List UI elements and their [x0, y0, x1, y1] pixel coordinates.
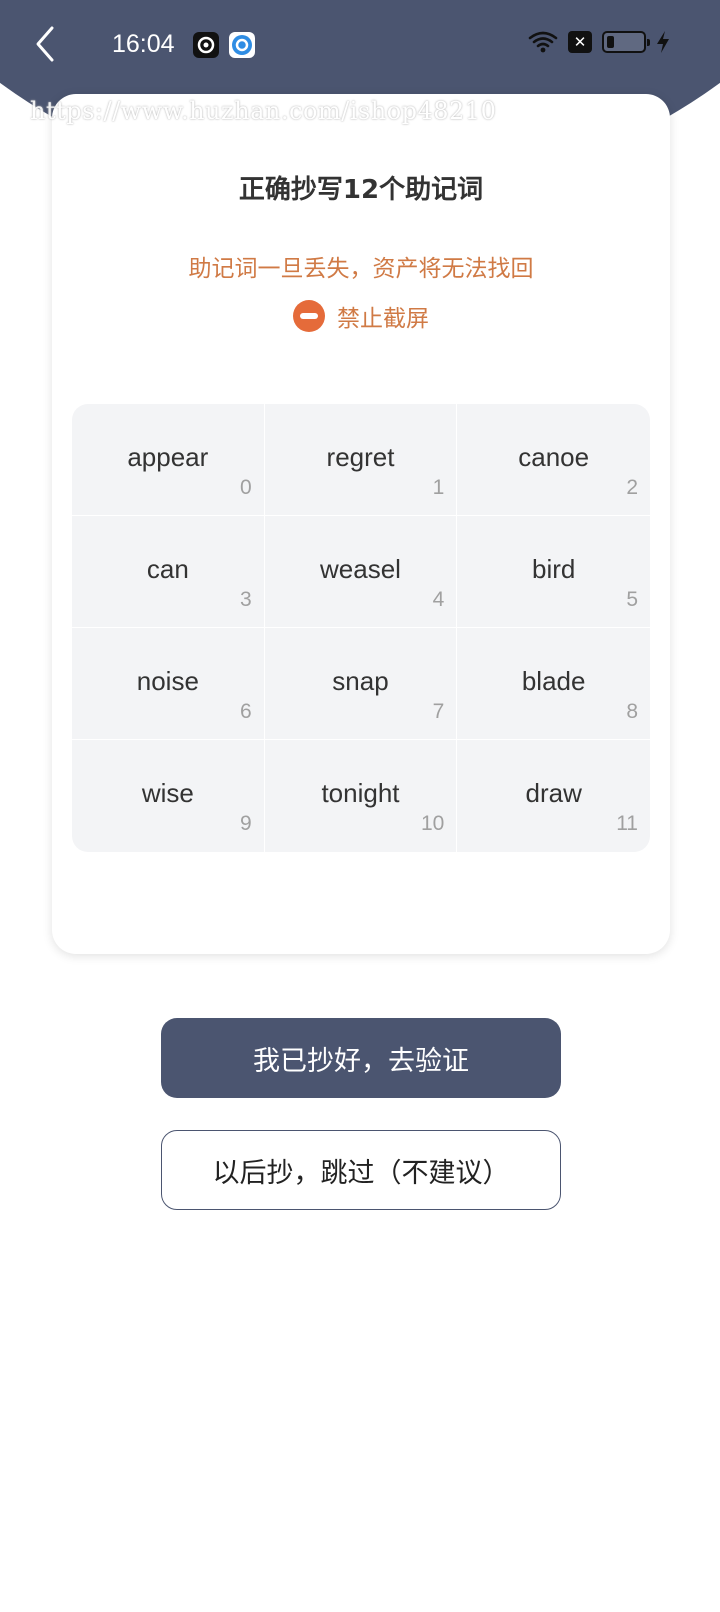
no-sim-icon: ✕ [568, 31, 592, 53]
word-text: wise [141, 778, 194, 808]
word-text: weasel [320, 554, 401, 584]
watermark-text: https://www.huzhan.com/ishop48210 [30, 97, 497, 125]
word-cell: canoe 2 [457, 404, 650, 516]
word-text: tonight [321, 778, 400, 808]
word-cell: noise 6 [72, 628, 265, 740]
mnemonic-card: 正确抄写12个助记词 助记词一旦丢失，资产将无法找回 禁止截屏 appear 0 … [52, 94, 670, 954]
back-button[interactable] [30, 24, 64, 64]
status-indicators: ✕ [528, 30, 670, 54]
word-cell: tonight 10 [265, 740, 458, 852]
status-time: 16:04 [112, 30, 175, 58]
no-screenshot-notice: 禁止截屏 [52, 299, 670, 333]
chevron-left-icon [36, 26, 54, 62]
skip-backup-button[interactable]: 以后抄，跳过（不建议） [161, 1130, 561, 1210]
word-index: 2 [626, 476, 638, 499]
word-index: 10 [420, 812, 445, 835]
word-index: 11 [616, 812, 638, 835]
no-screenshot-label: 禁止截屏 [337, 306, 429, 332]
word-cell: weasel 4 [264, 516, 458, 628]
status-app-icon-browser [229, 32, 255, 58]
word-cell: wise 9 [72, 740, 265, 852]
bolt-icon [657, 31, 669, 53]
word-index: 6 [239, 700, 252, 723]
word-cell: bird 5 [457, 516, 650, 628]
word-cell: draw 11 [457, 740, 650, 852]
word-text: noise [136, 666, 199, 696]
word-index: 7 [432, 700, 445, 723]
wifi-icon [528, 31, 558, 53]
word-text: draw [525, 778, 582, 808]
word-cell: appear 0 [72, 404, 265, 516]
warning-text: 助记词一旦丢失，资产将无法找回 [188, 256, 534, 282]
word-index: 3 [239, 588, 252, 611]
word-text: can [146, 554, 189, 584]
word-cell: regret 1 [264, 404, 458, 516]
battery-level [607, 36, 614, 48]
mnemonic-word-grid: appear 0 regret 1 canoe 2 can 3 weasel 4 bird… [72, 404, 650, 852]
word-index: 8 [626, 700, 638, 723]
word-cell: snap 7 [264, 628, 458, 740]
word-text: regret [326, 442, 395, 472]
word-index: 0 [239, 476, 252, 499]
word-text: appear [127, 442, 209, 472]
confirm-backup-button[interactable]: 我已抄好，去验证 [161, 1018, 561, 1098]
word-text: bird [531, 554, 576, 584]
stop-icon [293, 300, 325, 332]
card-title: 正确抄写12个助记词 [238, 175, 484, 205]
word-cell: can 3 [72, 516, 265, 628]
word-text: canoe [518, 442, 590, 472]
word-index: 4 [432, 588, 445, 611]
word-index: 5 [626, 588, 638, 611]
status-app-icon-camera [193, 32, 219, 58]
word-text: snap [332, 666, 389, 696]
word-cell: blade 8 [457, 628, 650, 740]
word-text: blade [521, 666, 586, 696]
mnemonic-backup-screen: 16:04 ✕ https://www.huzhan.com/ishop4821… [0, 0, 720, 1612]
word-index: 9 [239, 812, 252, 835]
battery-icon [602, 31, 650, 53]
word-index: 1 [432, 476, 445, 499]
